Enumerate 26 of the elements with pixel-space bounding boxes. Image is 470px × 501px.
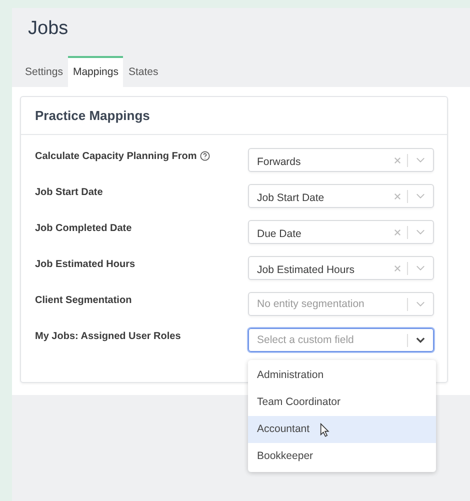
clear-icon[interactable] xyxy=(394,228,401,236)
card-title: Practice Mappings xyxy=(35,108,150,123)
help-icon[interactable] xyxy=(200,151,210,161)
tab[interactable]: Mappings xyxy=(68,56,124,87)
select-field[interactable]: Due Date xyxy=(248,220,434,244)
menu-option[interactable]: Administration xyxy=(248,362,436,389)
clear-icon[interactable] xyxy=(394,192,401,200)
select-field[interactable]: Forwards xyxy=(248,148,434,172)
chevron-icon[interactable] xyxy=(416,337,425,343)
field-label: Job Completed Date xyxy=(35,222,132,234)
cursor-icon xyxy=(320,423,330,438)
clear-icon[interactable] xyxy=(394,264,401,272)
field-label: Client Segmentation xyxy=(35,294,132,306)
menu-option[interactable]: Team Coordinator xyxy=(248,389,436,416)
field-label: Job Estimated Hours xyxy=(35,258,136,270)
select-field[interactable]: Job Estimated Hours xyxy=(248,256,434,280)
field-label: Calculate Capacity Planning From xyxy=(35,150,197,162)
field-label: My Jobs: Assigned User Roles xyxy=(35,330,181,342)
menu-option[interactable]: Accountant xyxy=(248,416,436,443)
select-field[interactable]: Job Start Date xyxy=(248,184,434,208)
field-label: Job Start Date xyxy=(35,186,103,198)
tab[interactable]: States xyxy=(123,56,164,87)
tab[interactable]: Settings xyxy=(20,56,68,87)
menu-option[interactable]: Bookkeeper xyxy=(248,443,436,470)
clear-icon[interactable] xyxy=(394,156,401,164)
page-title: Jobs xyxy=(27,17,70,41)
